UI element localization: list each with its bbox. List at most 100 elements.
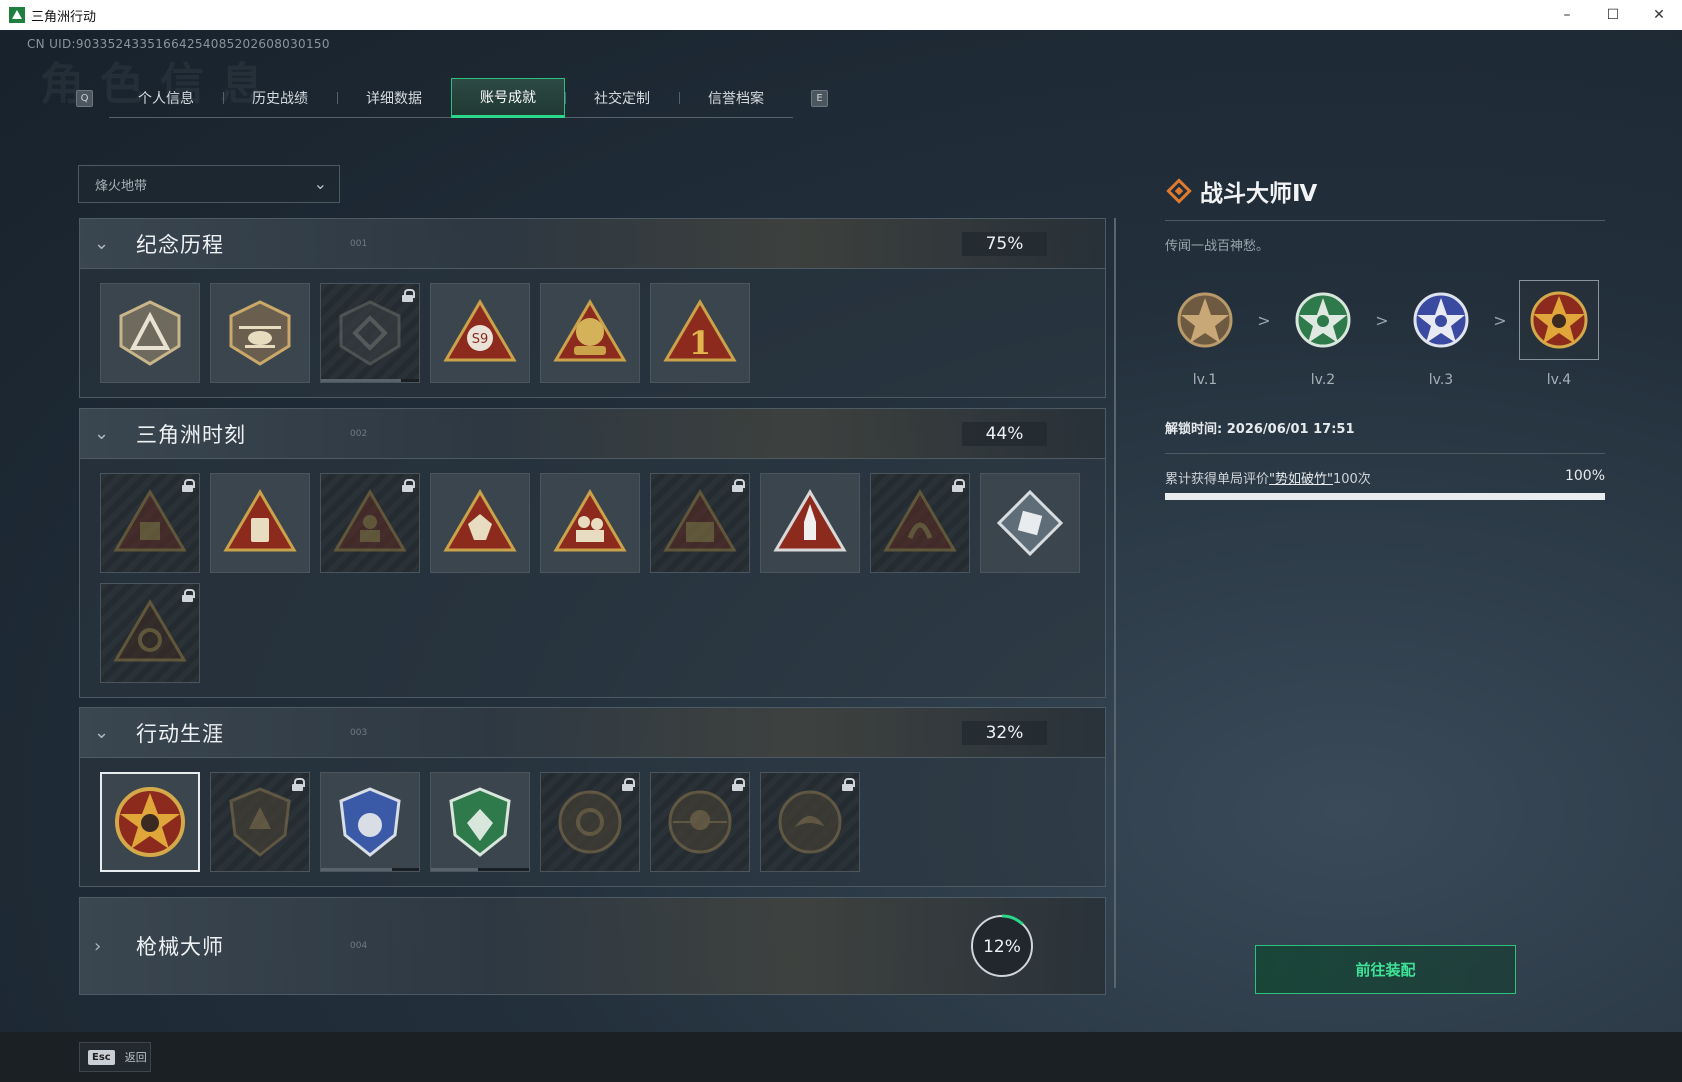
section-memorial: ⌄ 纪念历程 001 75% S9 1 xyxy=(79,218,1106,398)
achievement-badge-locked[interactable] xyxy=(100,583,200,683)
back-label: 返回 xyxy=(124,1051,147,1064)
achievement-badge-locked[interactable] xyxy=(210,772,310,872)
level-arrow: > xyxy=(1493,310,1507,330)
level-badge-4-current[interactable] xyxy=(1519,280,1599,360)
tab-credit-record[interactable]: 信誉档案 xyxy=(679,78,793,118)
achievement-badge-locked[interactable] xyxy=(650,473,750,573)
badge-grid: S9 1 xyxy=(80,269,1105,393)
achievement-badge-locked[interactable] xyxy=(650,772,750,872)
mode-dropdown[interactable]: 烽火地带 ⌄ xyxy=(78,165,340,203)
diamond-cube-icon xyxy=(996,489,1064,557)
level-badge-1[interactable] xyxy=(1165,280,1245,360)
tab-detailed-stats[interactable]: 详细数据 xyxy=(337,78,451,118)
app-logo-icon xyxy=(9,7,25,23)
dice-icon xyxy=(443,489,517,552)
prev-tab-key[interactable]: Q xyxy=(76,89,93,107)
close-button[interactable]: ✕ xyxy=(1636,0,1682,30)
achievement-badge[interactable] xyxy=(430,772,530,872)
footer-bar xyxy=(0,1032,1682,1082)
requirement-suffix: 100次 xyxy=(1332,472,1371,487)
team-rescue-icon xyxy=(553,489,627,552)
detail-description: 传闻一战百神愁。 xyxy=(1165,239,1270,254)
achievement-badge[interactable]: 1 xyxy=(650,283,750,383)
achievement-badge[interactable] xyxy=(540,473,640,573)
section-percent: 44% xyxy=(962,422,1047,446)
requirement-link[interactable]: "势如破竹" xyxy=(1269,472,1333,487)
eagle-emblem-icon xyxy=(778,790,842,854)
chevron-down-icon: ⌄ xyxy=(94,423,110,444)
section-title: 纪念历程 xyxy=(136,232,224,257)
section-header[interactable]: ⌄ 行动生涯 003 32% xyxy=(80,708,1105,758)
progress-ring: 12% xyxy=(970,914,1034,978)
mode-dropdown-value: 烽火地带 xyxy=(95,178,148,194)
hexagon-emblem-icon xyxy=(339,300,401,366)
level-label: lv.4 xyxy=(1546,372,1572,388)
go-equip-button[interactable]: 前往装配 xyxy=(1255,945,1516,994)
dragon-icon xyxy=(883,489,957,552)
combat-master-star-icon xyxy=(115,787,185,857)
green-star-icon xyxy=(1295,292,1351,348)
achievement-badge-locked[interactable] xyxy=(760,772,860,872)
svg-text:S9: S9 xyxy=(472,332,489,347)
section-delta-moments: ⌄ 三角洲时刻 002 44% xyxy=(79,408,1106,698)
achievement-badge-selected[interactable] xyxy=(100,772,200,872)
achievement-badge[interactable] xyxy=(540,283,640,383)
level-label: lv.3 xyxy=(1428,372,1454,388)
number-one-icon: 1 xyxy=(663,299,737,362)
achievement-badge[interactable] xyxy=(430,473,530,573)
section-header[interactable]: › 枪械大师 004 12% xyxy=(80,898,1105,994)
achievement-badge[interactable] xyxy=(760,473,860,573)
maximize-button[interactable]: ☐ xyxy=(1590,0,1636,30)
achievement-badge-locked[interactable] xyxy=(540,772,640,872)
list-scrollbar[interactable] xyxy=(1114,218,1116,988)
level-badge-2[interactable] xyxy=(1283,280,1363,360)
svg-text:1: 1 xyxy=(689,324,711,362)
round-emblem-icon xyxy=(558,790,622,854)
next-tab-key[interactable]: E xyxy=(811,89,828,107)
title-bar: 三角洲行动 – ☐ ✕ xyxy=(0,0,1682,30)
chevron-down-icon: ⌄ xyxy=(94,233,110,254)
achievement-badge-locked[interactable] xyxy=(870,473,970,573)
requirement-percent: 100% xyxy=(1564,468,1605,484)
minimize-button[interactable]: – xyxy=(1544,0,1590,30)
achievement-badge[interactable] xyxy=(210,283,310,383)
level-arrow: > xyxy=(1375,310,1389,330)
tab-match-history[interactable]: 历史战绩 xyxy=(223,78,337,118)
tab-social-custom[interactable]: 社交定制 xyxy=(565,78,679,118)
section-code: 002 xyxy=(350,428,368,439)
achievement-badge[interactable]: S9 xyxy=(430,283,530,383)
section-header[interactable]: ⌄ 三角洲时刻 002 44% xyxy=(80,409,1105,459)
requirement-row: 累计获得单局评价"势如破竹"100次 100% xyxy=(1165,468,1605,487)
section-header[interactable]: ⌄ 纪念历程 001 75% xyxy=(80,219,1105,269)
chevron-down-icon: ⌄ xyxy=(94,722,110,743)
achievement-badge[interactable] xyxy=(320,772,420,872)
tab-achievements[interactable]: 账号成就 xyxy=(451,78,565,118)
achievement-badge[interactable] xyxy=(210,473,310,573)
achievement-badge-locked[interactable] xyxy=(100,473,200,573)
level-labels: lv.1 lv.2 lv.3 lv.4 xyxy=(1165,372,1605,388)
blue-star-icon xyxy=(1413,292,1469,348)
unlock-time: 解锁时间: 2026/06/01 17:51 xyxy=(1165,422,1355,437)
section-percent: 32% xyxy=(962,721,1047,745)
s9-helicopter-icon: S9 xyxy=(443,299,517,362)
section-title: 行动生涯 xyxy=(136,721,224,746)
badge-grid xyxy=(80,459,1105,693)
section-operation-career: ⌄ 行动生涯 003 32% xyxy=(79,707,1106,887)
skull-crosshair-icon xyxy=(668,790,732,854)
achievement-badge-locked[interactable] xyxy=(320,283,420,383)
section-title: 枪械大师 xyxy=(136,935,224,959)
chevron-down-icon: ⌄ xyxy=(313,174,327,193)
tab-personal-info[interactable]: 个人信息 xyxy=(109,78,223,118)
level-arrow: > xyxy=(1257,310,1271,330)
achievement-badge-locked[interactable] xyxy=(320,473,420,573)
back-button[interactable]: Esc 返回 xyxy=(79,1042,151,1072)
blue-wings-shield-icon xyxy=(339,787,401,857)
esc-key: Esc xyxy=(88,1049,115,1065)
achievement-badge[interactable] xyxy=(980,473,1080,573)
game-window: 三角洲行动 – ☐ ✕ 角色信息 CN UID:9033524335166425… xyxy=(0,0,1682,1082)
level-label: lv.2 xyxy=(1310,372,1336,388)
achievement-badge[interactable] xyxy=(100,283,200,383)
level-badge-3[interactable] xyxy=(1401,280,1481,360)
squad-icon xyxy=(663,489,737,552)
shield-flame-icon xyxy=(229,787,291,857)
